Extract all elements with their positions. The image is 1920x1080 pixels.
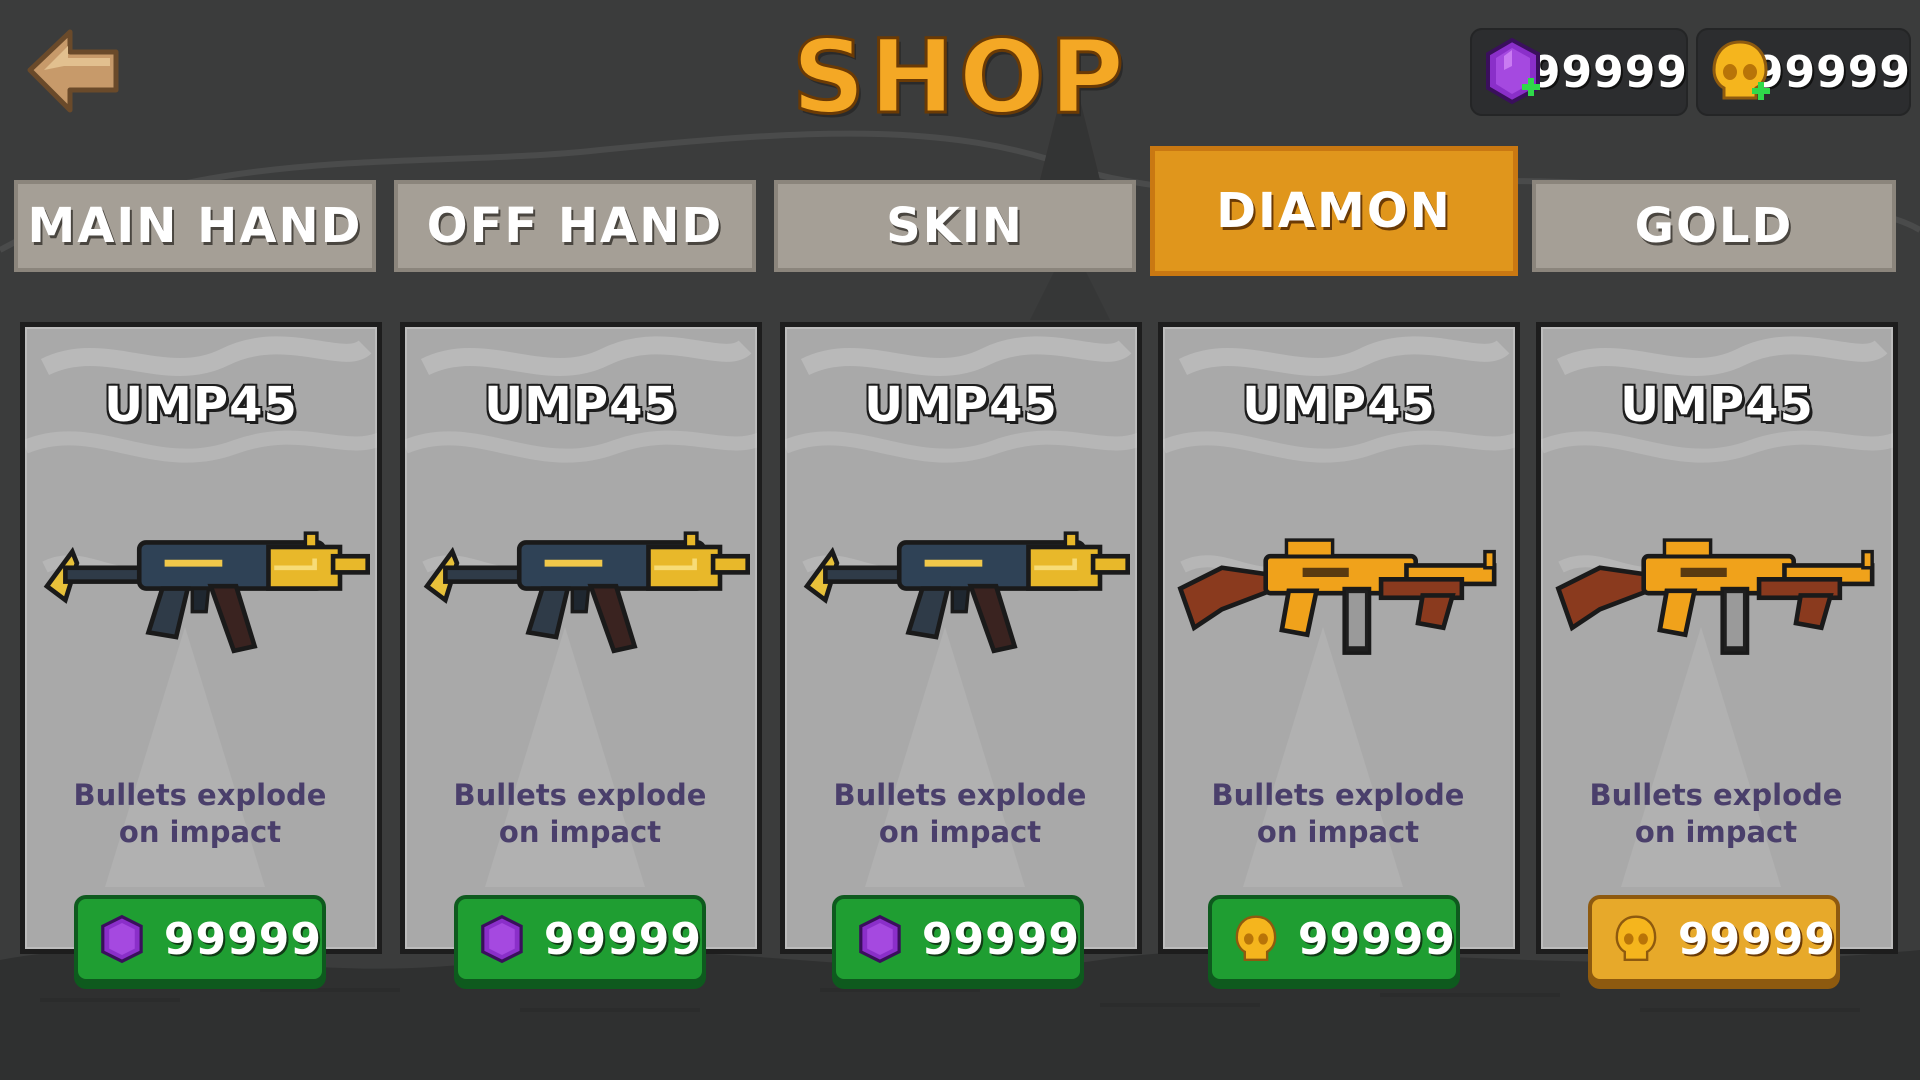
item-description-line2: on impact	[1256, 815, 1420, 849]
gold-balance-display[interactable]: 99999	[1696, 28, 1911, 116]
item-name: UMP45	[864, 377, 1058, 433]
item-card[interactable]: UMP45 Bullets explode on impact	[1158, 322, 1520, 954]
item-description-line1: Bullets explode	[1589, 778, 1843, 812]
diamond-icon	[101, 914, 143, 964]
item-description-line2: on impact	[1634, 815, 1798, 849]
smg-gun-icon	[795, 517, 1135, 667]
item-card[interactable]: UMP45 Bullets explode on impact	[1536, 322, 1898, 954]
tab-off-hand[interactable]: OFF HAND	[394, 180, 756, 272]
price-value: 99999	[543, 913, 702, 965]
buy-button[interactable]: 99999	[1208, 895, 1460, 983]
tab-skin[interactable]: SKIN	[774, 180, 1136, 272]
item-card[interactable]: UMP45 Bullets explode on impact	[780, 322, 1142, 954]
item-description-line2: on impact	[118, 815, 282, 849]
price-value: 99999	[921, 913, 1080, 965]
tab-gold[interactable]: GOLD	[1532, 180, 1896, 272]
gold-balance: 99999	[1752, 46, 1911, 98]
item-name: UMP45	[104, 377, 298, 433]
tab-main-hand[interactable]: MAIN HAND	[14, 180, 376, 272]
tab-diamond[interactable]: DIAMON	[1150, 146, 1518, 276]
diamond-icon	[481, 914, 523, 964]
item-name: UMP45	[484, 377, 678, 433]
item-description: Bullets explode on impact	[1551, 777, 1881, 851]
gold-skull-icon	[1615, 915, 1657, 961]
item-description-line1: Bullets explode	[833, 778, 1087, 812]
price-value: 99999	[1677, 913, 1836, 965]
item-description-line1: Bullets explode	[453, 778, 707, 812]
item-description-line2: on impact	[498, 815, 662, 849]
item-name: UMP45	[1242, 377, 1436, 433]
item-description-line2: on impact	[878, 815, 1042, 849]
diamond-balance: 99999	[1529, 46, 1688, 98]
gold-skull-icon	[1708, 36, 1770, 108]
tommy-gun-icon	[1173, 517, 1513, 667]
item-description: Bullets explode on impact	[1173, 777, 1503, 851]
buy-button[interactable]: 99999	[832, 895, 1084, 983]
item-card[interactable]: UMP45 Bullets explode on impact	[400, 322, 762, 954]
item-description-line1: Bullets explode	[73, 778, 327, 812]
price-value: 99999	[1297, 913, 1456, 965]
gold-skull-icon	[1235, 915, 1277, 961]
item-description: Bullets explode on impact	[35, 777, 365, 851]
buy-button[interactable]: 99999	[74, 895, 326, 983]
item-description: Bullets explode on impact	[795, 777, 1125, 851]
diamond-icon	[1482, 36, 1540, 108]
diamond-balance-display[interactable]: 99999	[1470, 28, 1688, 116]
diamond-icon	[859, 914, 901, 964]
item-card[interactable]: UMP45 Bullets explode on impact	[20, 322, 382, 954]
item-description-line1: Bullets explode	[1211, 778, 1465, 812]
item-name: UMP45	[1620, 377, 1814, 433]
item-description: Bullets explode on impact	[415, 777, 745, 851]
price-value: 99999	[163, 913, 322, 965]
smg-gun-icon	[35, 517, 375, 667]
tommy-gun-icon	[1551, 517, 1891, 667]
smg-gun-icon	[415, 517, 755, 667]
buy-button[interactable]: 99999	[454, 895, 706, 983]
buy-button[interactable]: 99999	[1588, 895, 1840, 983]
